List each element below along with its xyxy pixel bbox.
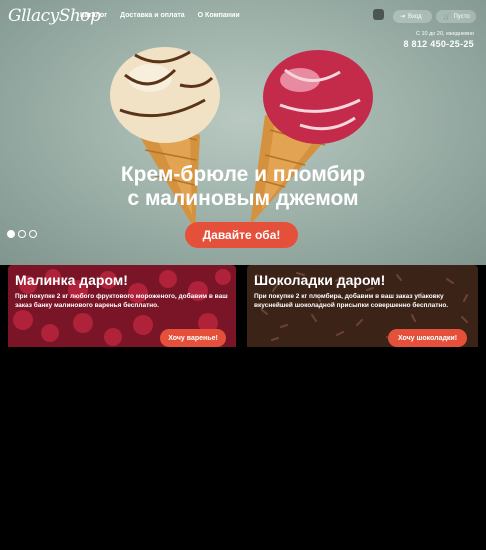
- promo-chocolate: Шоколадки даром! При покупке 2 кг пломби…: [247, 265, 478, 347]
- promo-title: Малинка даром!: [15, 272, 128, 288]
- main-nav: Каталог Доставка и оплата О Компании: [80, 12, 240, 19]
- slider-dots: [7, 230, 37, 238]
- hero-title-line-2: с малиновым джемом: [127, 187, 359, 210]
- hero-cta-button[interactable]: Давайте оба!: [185, 222, 298, 248]
- nav-catalog[interactable]: Каталог: [80, 12, 107, 19]
- nav-delivery[interactable]: Доставка и оплата: [120, 12, 185, 19]
- promo-text: При покупке 2 кг любого фруктового морож…: [15, 293, 228, 309]
- site-header: GllacyShop Каталог Доставка и оплата О К…: [0, 0, 486, 49]
- login-icon: ⇥: [400, 14, 406, 20]
- promo-raspberry-button[interactable]: Хочу варенье!: [160, 329, 226, 347]
- promo-text: При покупке 2 кг пломбира, добавим в ваш…: [254, 293, 449, 309]
- promo-raspberry: Малинка даром! При покупке 2 кг любого ф…: [8, 265, 236, 347]
- promo-chocolate-button[interactable]: Хочу шоколадки!: [388, 329, 467, 347]
- working-hours: С 10 до 20, ежедневно: [415, 31, 474, 37]
- instagram-icon[interactable]: [373, 9, 384, 20]
- hero-title-line-1: Крем-брюле и пломбир: [120, 163, 366, 186]
- nav-about[interactable]: О Компании: [198, 12, 240, 19]
- hero-banner: GllacyShop Каталог Доставка и оплата О К…: [0, 0, 486, 265]
- promo-title: Шоколадки даром!: [254, 272, 386, 288]
- login-button[interactable]: ⇥ Вход: [393, 10, 432, 23]
- slider-dot-3[interactable]: [29, 230, 37, 238]
- slider-dot-2[interactable]: [18, 230, 26, 238]
- cart-icon: 🛒: [443, 14, 451, 20]
- login-label: Вход: [408, 13, 422, 20]
- cart-button[interactable]: 🛒 Пусто: [436, 10, 476, 23]
- cart-label: Пусто: [453, 13, 470, 20]
- phone-number[interactable]: 8 812 450-25-25: [403, 39, 474, 49]
- slider-dot-1[interactable]: [7, 230, 15, 238]
